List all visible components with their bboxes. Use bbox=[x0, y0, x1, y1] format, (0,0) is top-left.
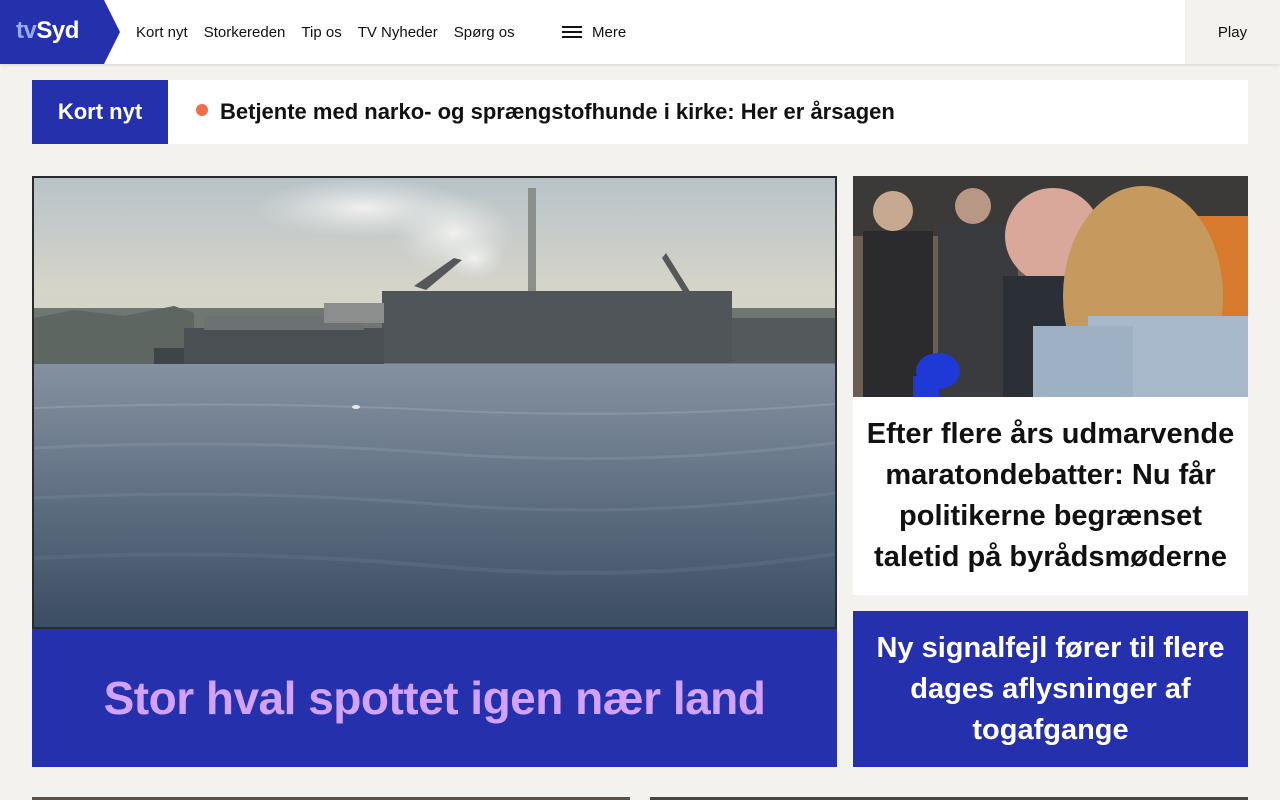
ticker-label[interactable]: Kort nyt bbox=[32, 80, 168, 144]
more-menu-button[interactable]: Mere bbox=[562, 0, 626, 64]
kort-nyt-ticker: Kort nyt Betjente med narko- og sprængst… bbox=[32, 80, 1248, 144]
live-dot-icon bbox=[196, 104, 208, 116]
tvsyd-logo[interactable]: tvSyd bbox=[0, 0, 120, 64]
top-navigation: tvSyd Kort nyt Storkereden Tip os TV Nyh… bbox=[0, 0, 1280, 64]
more-menu-label: Mere bbox=[592, 23, 627, 41]
play-button[interactable]: Play bbox=[1185, 0, 1280, 64]
nav-item-kort-nyt[interactable]: Kort nyt bbox=[136, 24, 188, 41]
nav-item-tv-nyheder[interactable]: TV Nyheder bbox=[358, 24, 438, 41]
logo-prefix: tv bbox=[16, 17, 37, 44]
nav-item-spoerg-os[interactable]: Spørg os bbox=[454, 24, 515, 41]
side-article-card[interactable]: Efter flere års udmarvende maratondebatt… bbox=[853, 176, 1248, 595]
side-article-card-text[interactable]: Ny signalfejl fører til flere dages afly… bbox=[853, 611, 1248, 767]
main-nav: Kort nyt Storkereden Tip os TV Nyheder S… bbox=[136, 0, 531, 64]
nav-item-storkereden[interactable]: Storkereden bbox=[204, 24, 286, 41]
side-article-title[interactable]: Efter flere års udmarvende maratondebatt… bbox=[853, 397, 1248, 595]
main-article-title[interactable]: Stor hval spottet igen nær land bbox=[104, 671, 766, 725]
main-article-card[interactable]: Stor hval spottet igen nær land bbox=[32, 176, 837, 767]
whale-harbour-photo bbox=[32, 176, 837, 629]
hamburger-menu-icon bbox=[562, 25, 582, 39]
ticker-headline-link[interactable]: Betjente med narko- og sprængstofhunde i… bbox=[220, 96, 895, 128]
politician-hug-photo bbox=[853, 176, 1248, 397]
logo-wordmark: tvSyd bbox=[16, 17, 79, 45]
main-article-caption: Stor hval spottet igen nær land bbox=[32, 629, 837, 767]
side-article-title[interactable]: Ny signalfejl fører til flere dages afly… bbox=[871, 628, 1230, 751]
nav-item-tip-os[interactable]: Tip os bbox=[301, 24, 341, 41]
logo-suffix: Syd bbox=[36, 17, 79, 44]
